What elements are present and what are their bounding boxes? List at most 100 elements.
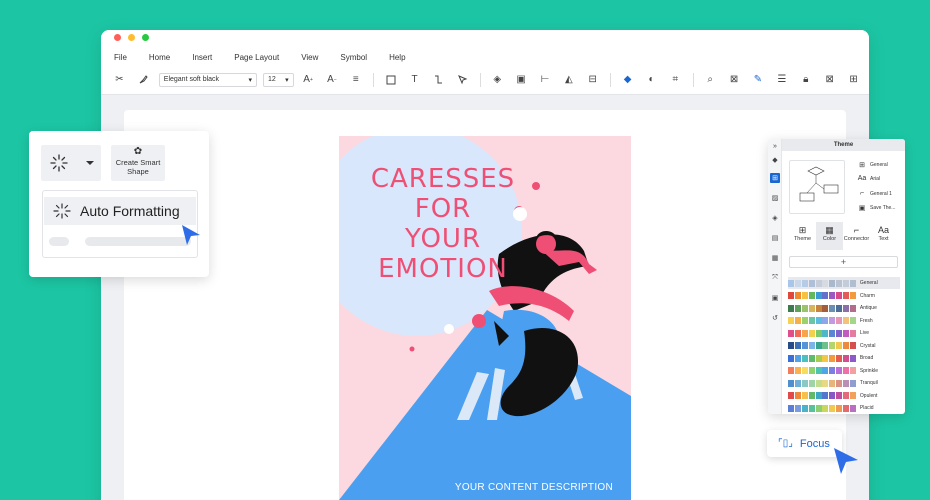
color-swatch [850,279,857,287]
layers-icon[interactable]: ◈ [489,71,506,89]
group-icon[interactable]: ▣ [513,71,530,89]
color-swatch [808,367,815,374]
poster-footer-text: YOUR CONTENT DESCRIPTION [454,482,613,493]
menu-help[interactable]: Help [389,53,405,62]
connector-icon: ⌐ [853,225,860,235]
palette-row[interactable]: Live [788,327,900,339]
palette-row[interactable]: Antique [788,302,900,314]
menu-home[interactable]: Home [149,53,170,62]
font-family-select[interactable]: Elegant soft black ▾ [158,72,257,87]
color-swatch [850,292,857,299]
color-swatch [829,354,836,362]
shape-style-icon[interactable]: ◐ [643,71,660,89]
cut-icon[interactable]: ✂ [111,71,128,89]
history-icon[interactable]: ↺ [770,313,780,323]
theme-option-connector[interactable]: ⌐ General 1 [857,190,892,197]
theme-option-general[interactable]: ⊞ General [857,161,888,169]
more-icon[interactable]: ⊞ [845,71,862,89]
menu-symbol[interactable]: Symbol [340,53,367,62]
palette-row[interactable]: Placid [788,402,900,414]
font-size-select[interactable]: 12 ▾ [262,72,294,87]
color-swatch [822,354,829,362]
font-family-value: Elegant soft black [163,76,220,83]
color-swatch [822,392,829,399]
fill-color-icon[interactable]: ◆ [619,71,636,89]
presentation-icon[interactable]: ▣ [770,293,780,303]
palette-row[interactable]: Crystal [788,340,900,352]
rectangle-icon[interactable] [382,71,399,89]
tab-connector[interactable]: ⌐ Connector [843,222,870,250]
chevron-down-icon: ▾ [285,76,289,84]
color-swatch [822,304,829,312]
poster-title: CARESSES FOR YOUR EMOTION [353,164,533,284]
general-icon: ⊞ [859,162,865,169]
layers-icon[interactable]: ◈ [770,213,780,223]
menu-view[interactable]: View [301,53,318,62]
decrease-font-icon[interactable]: A − [324,71,341,89]
tab-theme[interactable]: ⊞ Theme [789,222,816,250]
palette-row[interactable]: Sprinkle [788,365,900,377]
distribute-icon[interactable]: ⊟ [584,71,601,89]
theme-preview[interactable] [789,160,845,214]
palette-row[interactable]: General [788,277,900,289]
export-icon[interactable]: ▦ [770,253,780,263]
theme-option-font[interactable]: Aa Arial [857,175,880,182]
close-window-dot[interactable] [114,34,121,41]
align-icon[interactable]: ≡ [347,71,364,89]
tab-color[interactable]: ▦ Color [816,222,843,250]
palette-row[interactable]: Charm [788,290,900,302]
close-box-icon[interactable]: ⊠ [821,71,838,89]
focus-button[interactable]: ⌜▯⌟ Focus [767,430,842,457]
increase-font-icon[interactable]: A + [300,71,317,89]
tab-text[interactable]: Aa Text [870,222,897,250]
text-icon[interactable]: T [406,71,423,89]
menu-insert[interactable]: Insert [192,53,212,62]
connector-icon[interactable] [430,71,447,89]
create-smart-shape-button[interactable]: ✿ Create Smart Shape [111,145,165,181]
theme-grid-icon[interactable]: ⊞ [770,173,780,183]
color-swatch [822,367,829,374]
line-style-icon[interactable]: ☰ [773,71,790,89]
line-color-icon[interactable]: ✎ [750,71,767,89]
format-painter-icon[interactable] [135,71,152,89]
crop-icon[interactable]: ⌗ [667,71,684,89]
color-swatch [822,279,829,287]
fill-icon[interactable]: ◆ [770,155,780,165]
auto-formatting-button[interactable]: Auto Formatting [44,197,196,225]
theme-option-save[interactable]: ▣ Save The... [857,204,896,212]
color-swatch [801,367,808,374]
image-icon[interactable]: ▨ [770,193,780,203]
minimize-window-dot[interactable] [128,34,135,41]
poster-title-line-4: EMOTION [378,254,508,284]
palette-row[interactable]: Fresh [788,315,900,327]
format-icon[interactable]: ⊠ [726,71,743,89]
color-swatch [788,292,794,299]
add-theme-button[interactable]: + [789,256,898,268]
flip-icon[interactable]: ◭ [560,71,577,89]
palette-row[interactable]: Tranquil [788,377,900,389]
menu-page-layout[interactable]: Page Layout [234,53,279,62]
color-swatch [829,392,836,399]
pointer-icon[interactable] [454,71,471,89]
color-swatch [815,317,822,324]
color-swatch [801,379,808,387]
search-icon[interactable]: ⌕ [702,71,719,89]
color-swatch [843,354,850,362]
lock-icon[interactable]: 🔒︎ [797,71,814,89]
page-icon[interactable]: ▤ [770,233,780,243]
palette-row[interactable]: Opulent [788,390,900,402]
palette-name: Crystal [859,342,876,349]
align-left-icon[interactable]: ⊢ [537,71,554,89]
smart-shape-dropdown-button[interactable] [41,145,101,181]
theme-panel: » ◆ ⊞ ▨ ◈ ▤ ▦ ⤧ ▣ ↺ Theme ⊞ General Aa A… [768,139,905,414]
color-swatch [808,329,815,337]
maximize-window-dot[interactable] [142,34,149,41]
color-swatch [801,392,808,399]
menu-file[interactable]: File [114,53,127,62]
color-swatch [808,292,815,299]
palette-row[interactable]: Broad [788,352,900,364]
color-swatch [829,367,836,374]
expand-icon[interactable]: ⤧ [770,273,780,283]
poster[interactable]: CARESSES FOR YOUR EMOTION YOUR CONTENT D… [339,136,631,500]
collapse-icon[interactable]: » [770,141,780,151]
